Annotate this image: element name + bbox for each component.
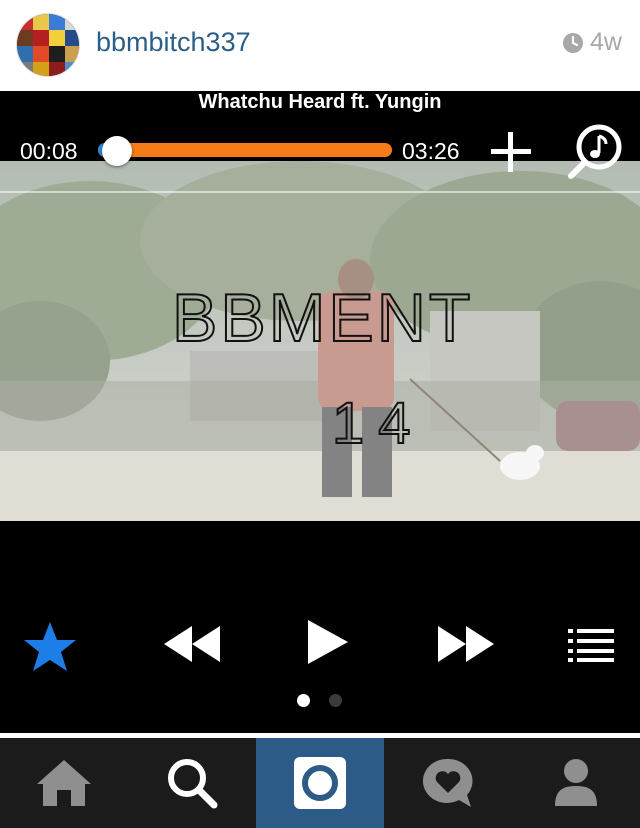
post-age-label: 4w bbox=[590, 28, 622, 56]
home-icon bbox=[37, 760, 91, 806]
video-frame[interactable]: BBMENT 14 bbox=[0, 161, 640, 521]
bottom-tab-bar bbox=[0, 738, 640, 828]
page-indicator-dot-active[interactable] bbox=[297, 694, 310, 707]
tab-activity[interactable] bbox=[384, 738, 512, 828]
star-icon[interactable] bbox=[22, 619, 78, 675]
video-watermark-bottom: 14 bbox=[332, 391, 425, 456]
post-header: bbmbitch337 4w bbox=[0, 0, 640, 91]
song-title: Whatchu Heard ft. Yungin bbox=[198, 91, 442, 113]
tab-profile[interactable] bbox=[512, 738, 640, 828]
progress-track[interactable] bbox=[98, 143, 392, 157]
tab-home[interactable] bbox=[0, 738, 128, 828]
video-watermark-top: BBMENT bbox=[172, 280, 473, 356]
clock-icon bbox=[563, 32, 584, 53]
search-icon bbox=[168, 759, 218, 809]
tab-camera[interactable] bbox=[256, 738, 384, 828]
fast-forward-icon[interactable] bbox=[434, 621, 496, 667]
heart-bubble-icon bbox=[422, 758, 473, 807]
page-indicator-dot[interactable] bbox=[329, 694, 342, 707]
play-icon[interactable] bbox=[304, 617, 350, 667]
list-icon[interactable] bbox=[568, 627, 614, 663]
camera-icon bbox=[294, 757, 346, 809]
tab-explore[interactable] bbox=[128, 738, 256, 828]
rewind-icon[interactable] bbox=[162, 621, 224, 667]
person-icon bbox=[555, 759, 597, 806]
post-age: 4w bbox=[562, 28, 622, 57]
total-time: 03:26 bbox=[402, 138, 460, 164]
avatar[interactable] bbox=[16, 13, 80, 77]
add-icon[interactable] bbox=[488, 129, 534, 175]
music-player: BBMENT 14 Whatchu Heard ft. Yungin 00:08… bbox=[0, 91, 640, 733]
username-link[interactable]: bbmbitch337 bbox=[96, 27, 251, 58]
music-search-icon[interactable] bbox=[566, 123, 624, 181]
progress-thumb[interactable] bbox=[101, 136, 132, 166]
current-time: 00:08 bbox=[20, 138, 78, 164]
